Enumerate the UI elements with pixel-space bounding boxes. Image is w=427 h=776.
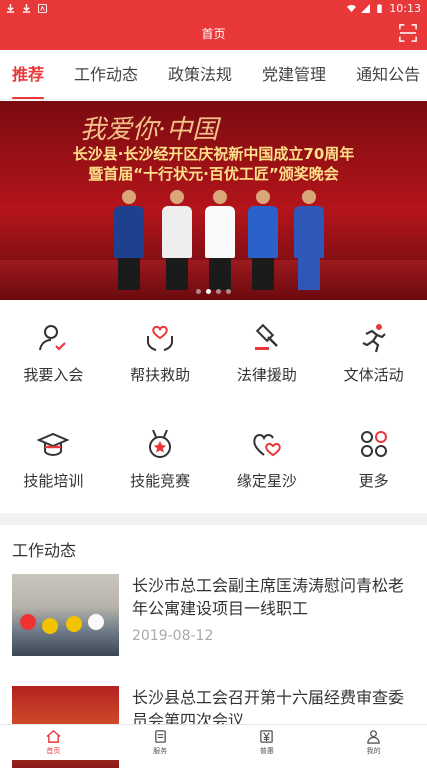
- tab-notices[interactable]: 通知公告: [356, 50, 420, 99]
- news-thumbnail: [12, 574, 119, 656]
- section-title: 工作动态: [12, 541, 77, 560]
- category-tabs: 推荐 工作动态 政策法规 党建管理 通知公告: [0, 50, 427, 100]
- status-time: 10:13: [389, 1, 421, 15]
- tab-work-news[interactable]: 工作动态: [74, 50, 138, 99]
- service-assistance[interactable]: 帮扶救助: [107, 300, 214, 406]
- notification-icon: [38, 3, 47, 13]
- service-skill-training[interactable]: 技能培训: [0, 406, 107, 512]
- download-icon: [22, 3, 31, 13]
- bottom-navigation: 首页 服务 普惠 我的: [0, 724, 427, 760]
- service-skill-contest[interactable]: 技能竞赛: [107, 406, 214, 512]
- carousel-indicator: [0, 289, 427, 294]
- home-icon: [46, 729, 61, 743]
- graduation-cap-icon: [37, 432, 70, 456]
- running-icon: [362, 323, 386, 352]
- banner-carousel[interactable]: 我爱你·中国 长沙县·长沙经开区庆祝新中国成立70周年 暨首届“十行状元·百优工…: [0, 101, 427, 300]
- news-title: 长沙市总工会副主席匡涛涛慰问青松老年公寓建设项目一线职工: [132, 576, 405, 618]
- service-grid: 我要入会 帮扶救助 法律援助 文体活动 技能培训 技能竞赛 缘定星沙 更多: [0, 300, 427, 513]
- nav-mine[interactable]: 我的: [320, 725, 427, 760]
- heart-hands-icon: [147, 325, 174, 351]
- wifi-icon: [347, 4, 357, 12]
- awardee-figure: [292, 190, 326, 290]
- news-item[interactable]: 长沙市总工会副主席匡涛涛慰问青松老年公寓建设项目一线职工 2019-08-12: [12, 574, 415, 664]
- service-label: 技能培训: [23, 471, 84, 490]
- service-matchmaking[interactable]: 缘定星沙: [214, 406, 321, 512]
- nav-service[interactable]: 服务: [107, 725, 214, 760]
- status-bar: 10:13: [0, 0, 427, 16]
- banner-slogan: 我爱你·中国: [80, 115, 219, 145]
- gavel-icon: [254, 323, 278, 350]
- nav-label: 普惠: [259, 747, 274, 755]
- grid-more-icon: [360, 430, 387, 457]
- service-icon: [154, 730, 166, 743]
- awardee-figure: [112, 190, 146, 290]
- person-check-icon: [39, 324, 67, 351]
- news-date: 2019-08-12: [132, 628, 214, 644]
- nav-benefits[interactable]: 普惠: [214, 725, 321, 760]
- tab-policy[interactable]: 政策法规: [168, 50, 232, 99]
- nav-home[interactable]: 首页: [0, 725, 107, 760]
- nav-label: 首页: [46, 747, 61, 755]
- nav-label: 服务: [153, 747, 168, 755]
- battery-icon: [377, 3, 383, 13]
- service-label: 技能竞赛: [130, 471, 191, 490]
- nav-label: 我的: [366, 747, 381, 755]
- download-icon: [6, 3, 15, 13]
- service-label: 我要入会: [23, 365, 84, 384]
- page-title: 首页: [201, 26, 226, 41]
- app-header: 首页: [0, 16, 427, 50]
- service-label: 帮扶救助: [130, 365, 191, 384]
- service-join-union[interactable]: 我要入会: [0, 300, 107, 406]
- service-legal-aid[interactable]: 法律援助: [214, 300, 321, 406]
- service-label: 法律援助: [236, 365, 297, 384]
- service-label: 缘定星沙: [236, 471, 297, 490]
- service-label: 文体活动: [343, 365, 404, 384]
- awardee-figure: [246, 190, 280, 290]
- section-divider: [0, 513, 427, 525]
- signal-icon: [361, 3, 371, 13]
- service-label: 更多: [358, 471, 389, 490]
- service-sports-culture[interactable]: 文体活动: [320, 300, 427, 406]
- yen-card-icon: [260, 730, 274, 743]
- tab-recommend[interactable]: 推荐: [12, 50, 45, 99]
- user-icon: [367, 730, 380, 744]
- presenter-figure: [203, 190, 237, 290]
- medal-icon: [149, 429, 172, 458]
- banner-line-1: 长沙县·长沙经开区庆祝新中国成立70周年: [72, 145, 355, 163]
- tab-party-building[interactable]: 党建管理: [262, 50, 326, 99]
- scan-icon[interactable]: [399, 24, 417, 42]
- banner-line-2: 暨首届“十行状元·百优工匠”颁奖晚会: [88, 165, 339, 183]
- awardee-figure: [160, 190, 194, 290]
- service-more[interactable]: 更多: [320, 406, 427, 512]
- two-hearts-icon: [253, 433, 281, 456]
